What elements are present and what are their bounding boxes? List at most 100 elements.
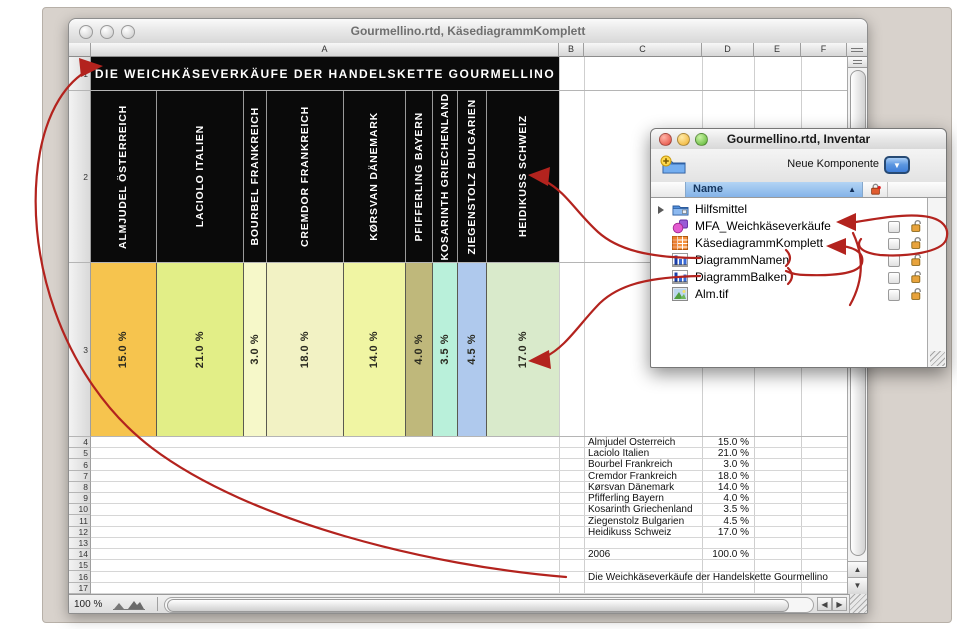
chart-value-cell[interactable]: 4.0 % — [406, 263, 432, 436]
chart-value-cell[interactable]: 3.0 % — [244, 263, 267, 436]
chart-value-cell[interactable]: 4.5 % — [458, 263, 486, 436]
unlock-icon[interactable] — [909, 219, 923, 233]
item-checkbox[interactable] — [888, 221, 900, 233]
row-header-4[interactable]: 4 — [69, 437, 91, 448]
unlock-icon[interactable] — [909, 202, 923, 216]
chart-category-cell[interactable]: LACIOLO ITALIEN — [157, 91, 243, 262]
chart-category-cell[interactable]: ZIEGENSTOLZ BULGARIEN — [458, 91, 486, 262]
list-item-mfa-weichk-severk-ufe[interactable]: MFA_Weichkäseverkäufe — [651, 218, 927, 235]
zoom-level[interactable]: 100 % — [74, 599, 102, 610]
disclosure-triangle-icon[interactable] — [658, 206, 664, 214]
split-handle[interactable] — [848, 57, 867, 68]
sheet-row-17[interactable] — [91, 583, 847, 594]
row-header-12[interactable]: 12 — [69, 527, 91, 538]
list-item-hilfsmittel[interactable]: Hilfsmittel — [651, 201, 927, 218]
new-folder-icon[interactable] — [659, 155, 687, 177]
row-header-9[interactable]: 9 — [69, 493, 91, 504]
sheet-row-5[interactable]: Laciolo Italien21.0 % — [91, 448, 847, 459]
zoom-in-icon[interactable] — [128, 601, 144, 609]
row-header-3[interactable]: 3 — [69, 263, 91, 437]
row-header-11[interactable]: 11 — [69, 515, 91, 526]
unlock-icon[interactable] — [909, 253, 923, 267]
sheet-row-12[interactable]: Heidikuss Schweiz17.0 % — [91, 527, 847, 538]
sort-ascending-icon: ▲ — [848, 182, 856, 197]
column-header-a[interactable]: A — [91, 43, 559, 57]
scroll-right-button[interactable]: ▶ — [832, 597, 847, 611]
sheet-row-4[interactable]: Almjudel Osterreich15.0 % — [91, 437, 847, 448]
chart-category-cell[interactable]: ALMJUDEL ÖSTERREICH — [91, 91, 156, 262]
inventar-scrollbar[interactable] — [927, 198, 945, 367]
column-header-d[interactable]: D — [702, 43, 754, 57]
inventar-titlebar[interactable]: Gourmellino.rtd, Inventar — [651, 129, 946, 150]
column-header-e[interactable]: E — [754, 43, 801, 57]
sheet-row-15[interactable] — [91, 560, 847, 571]
chart-title: DIE WEICHKÄSEVERKÄUFE DER HANDELSKETTE G… — [95, 67, 555, 81]
column-header-f[interactable]: F — [801, 43, 847, 57]
item-checkbox[interactable] — [888, 272, 900, 284]
chart-category-cell[interactable]: KOSARINTH GRIECHENLAND — [433, 91, 457, 262]
chart-category-cell[interactable]: HEIDIKUSS SCHWEIZ — [487, 91, 559, 262]
zoom-out-icon[interactable] — [114, 603, 124, 609]
chart-value-cell[interactable]: 3.5 % — [433, 263, 457, 436]
row-header-10[interactable]: 10 — [69, 504, 91, 515]
horizontal-scrollbar-thumb[interactable] — [167, 599, 789, 612]
lock-column-header[interactable] — [863, 182, 888, 197]
row-header-16[interactable]: 16 — [69, 571, 91, 582]
column-split-box[interactable] — [847, 43, 867, 57]
chart-value-cell[interactable]: 17.0 % — [487, 263, 559, 436]
horizontal-scrollbar[interactable] — [164, 597, 814, 613]
item-checkbox[interactable] — [888, 238, 900, 250]
select-all-corner[interactable] — [69, 43, 91, 57]
sheet-row-7[interactable]: Cremdor Frankreich18.0 % — [91, 471, 847, 482]
row-header-13[interactable]: 13 — [69, 538, 91, 549]
main-window-title: Gourmellino.rtd, KäsediagrammKomplett — [69, 24, 867, 38]
item-checkbox[interactable] — [888, 289, 900, 301]
row-header-1[interactable]: 1 — [69, 57, 91, 91]
row-header-14[interactable]: 14 — [69, 549, 91, 560]
unlock-icon[interactable] — [909, 287, 923, 301]
list-item-diagrammbalken[interactable]: DiagrammBalken — [651, 269, 927, 286]
unlock-icon[interactable] — [909, 236, 923, 250]
list-item-alm-tif[interactable]: Alm.tif — [651, 286, 927, 303]
component-list: HilfsmittelMFA_WeichkäseverkäufeKäsediag… — [651, 198, 927, 367]
scroll-left-button[interactable]: ◀ — [817, 597, 832, 611]
new-component-dropdown[interactable]: ▼ — [884, 156, 910, 174]
unlock-icon[interactable] — [909, 270, 923, 284]
row-header-7[interactable]: 7 — [69, 471, 91, 482]
scroll-up-button[interactable]: ▲ — [848, 561, 867, 578]
chart-value-cell[interactable]: 18.0 % — [267, 263, 342, 436]
sheet-row-16[interactable]: Die Weichkäseverkäufe der Handelskette G… — [91, 572, 847, 583]
column-header-b[interactable]: B — [559, 43, 584, 57]
inventar-resize-grip[interactable] — [930, 351, 945, 366]
item-checkbox[interactable] — [888, 255, 900, 267]
sheet-row-13[interactable] — [91, 538, 847, 549]
chart-category-cell[interactable]: KØRSVAN DÄNEMARK — [344, 91, 405, 262]
name-column-header[interactable]: Name ▲ — [685, 182, 863, 197]
resize-grip[interactable] — [849, 594, 867, 613]
chart-category-cell[interactable]: CREMDOR FRANKREICH — [267, 91, 342, 262]
main-window-titlebar[interactable]: Gourmellino.rtd, KäsediagrammKomplett — [69, 19, 867, 44]
chart-category-cell[interactable]: PFIFFERLING BAYERN — [406, 91, 432, 262]
chart-value-cell[interactable]: 21.0 % — [157, 263, 243, 436]
list-item-label: DiagrammBalken — [695, 270, 787, 284]
sheet-row-11[interactable]: Ziegenstolz Bulgarien4.5 % — [91, 516, 847, 527]
chart-category-cell[interactable]: BOURBEL FRANKREICH — [244, 91, 267, 262]
list-item-k-sediagrammkomplett[interactable]: KäsediagrammKomplett — [651, 235, 927, 252]
chart-title-cell[interactable]: DIE WEICHKÄSEVERKÄUFE DER HANDELSKETTE G… — [91, 57, 559, 90]
sheet-row-14[interactable]: 2006100.0 % — [91, 549, 847, 560]
column-header-c[interactable]: C — [584, 43, 702, 57]
sheet-row-8[interactable]: Kørsvan Dänemark14.0 % — [91, 482, 847, 493]
row-header-2[interactable]: 2 — [69, 91, 91, 263]
sheet-row-9[interactable]: Pfifferling Bayern4.0 % — [91, 493, 847, 504]
sheet-row-10[interactable]: Kosarinth Griechenland3.5 % — [91, 504, 847, 515]
row-header-8[interactable]: 8 — [69, 482, 91, 493]
chart-value-cell[interactable]: 15.0 % — [91, 263, 156, 436]
sheet-row-6[interactable]: Bourbel Frankreich3.0 % — [91, 459, 847, 470]
chart-value-cell[interactable]: 14.0 % — [344, 263, 405, 436]
scroll-down-button[interactable]: ▼ — [848, 577, 867, 594]
row-header-15[interactable]: 15 — [69, 560, 91, 571]
row-header-6[interactable]: 6 — [69, 459, 91, 470]
row-header-17[interactable]: 17 — [69, 583, 91, 594]
row-header-5[interactable]: 5 — [69, 448, 91, 459]
list-item-diagrammnamen[interactable]: DiagrammNamen — [651, 252, 927, 269]
